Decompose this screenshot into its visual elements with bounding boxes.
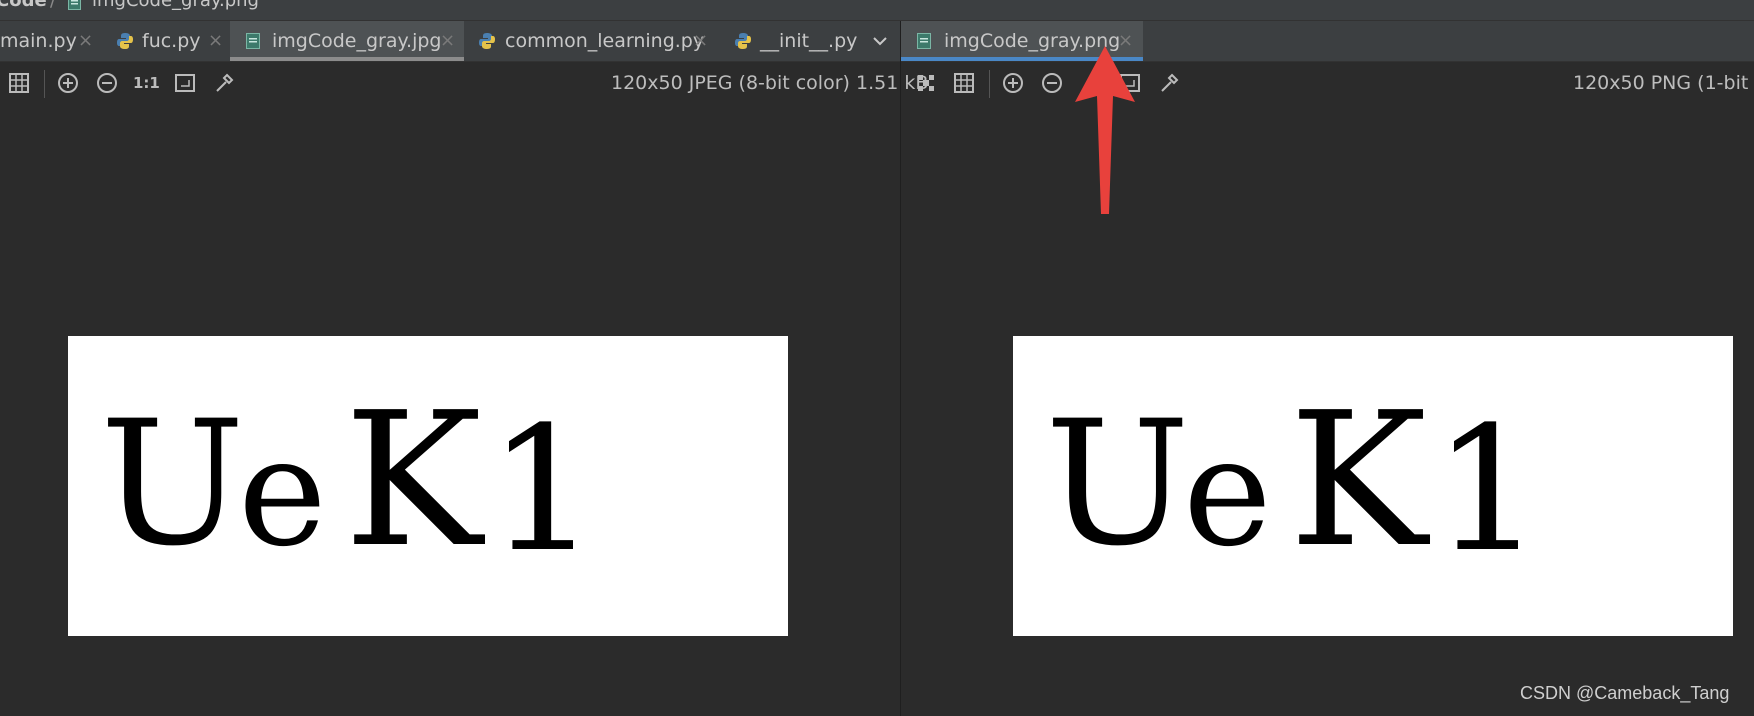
python-file-icon <box>479 33 495 49</box>
close-icon[interactable]: × <box>78 21 93 61</box>
toolbar-separator <box>44 70 45 98</box>
python-file-icon <box>735 33 751 49</box>
tab-label: __init__.py <box>760 30 858 52</box>
tab-main-py[interactable]: main.py × <box>0 21 110 61</box>
captcha-glyph: 1 <box>1433 389 1543 590</box>
grid-icon[interactable] <box>951 70 977 96</box>
actual-size-icon[interactable]: 1:1 <box>133 70 160 96</box>
tab-label: common_learning.py <box>505 30 705 52</box>
red-arrow-icon <box>1075 46 1135 214</box>
breadcrumb: Code / imgCode_gray.png <box>0 0 1754 21</box>
tab-label: main.py <box>0 30 77 52</box>
chevron-down-icon[interactable] <box>870 31 890 51</box>
tab-imgcode-gray-jpg[interactable]: imgCode_gray.jpg × <box>230 21 464 61</box>
captcha-glyph: U <box>1045 383 1190 584</box>
grid-icon[interactable] <box>6 70 32 96</box>
split-divider[interactable] <box>900 21 901 716</box>
python-file-icon <box>117 33 133 49</box>
actual-size-label: 1:1 <box>133 74 160 92</box>
watermark: CSDN @Cameback_Tang <box>1520 683 1730 703</box>
breadcrumb-file[interactable]: imgCode_gray.png <box>92 0 259 10</box>
tab-common-learning-py[interactable]: common_learning.py × <box>468 21 720 61</box>
captcha-glyph: U <box>100 383 245 584</box>
image-file-icon <box>68 0 81 10</box>
image-file-icon <box>917 33 931 49</box>
left-image-canvas: U e K 1 <box>68 336 788 636</box>
color-picker-icon[interactable] <box>1156 70 1182 96</box>
zoom-in-icon[interactable] <box>1000 70 1026 96</box>
zoom-in-icon[interactable] <box>55 70 81 96</box>
active-tab-indicator <box>230 57 464 61</box>
breadcrumb-separator: / <box>50 0 57 11</box>
image-info: 120x50 JPEG (8-bit color) 1.51 kB <box>611 72 929 94</box>
close-icon[interactable]: × <box>440 21 455 61</box>
captcha-image: U e K 1 <box>1013 336 1733 636</box>
tab-label: imgCode_gray.jpg <box>272 30 442 52</box>
captcha-glyph: e <box>1183 406 1272 580</box>
close-icon[interactable]: × <box>693 21 708 61</box>
right-image-toolbar: 120x50 PNG (1-bit color) <box>901 62 1754 106</box>
left-editor-tabs: main.py × fuc.py × imgCode_gray.jpg × co… <box>0 21 900 62</box>
image-file-icon <box>246 33 260 49</box>
chessboard-icon[interactable] <box>913 70 939 96</box>
captcha-glyph: e <box>238 406 327 580</box>
captcha-glyph: K <box>1289 372 1428 588</box>
fit-to-window-icon[interactable] <box>172 70 198 96</box>
breadcrumb-project[interactable]: Code <box>0 0 47 10</box>
right-image-canvas: U e K 1 <box>1013 336 1733 636</box>
close-icon[interactable]: × <box>208 21 223 61</box>
tab-label: fuc.py <box>142 30 201 52</box>
captcha-glyph: K <box>344 372 483 588</box>
captcha-glyph: 1 <box>488 389 598 590</box>
color-picker-icon[interactable] <box>211 70 237 96</box>
zoom-out-icon[interactable] <box>1039 70 1065 96</box>
tab-fuc-py[interactable]: fuc.py × <box>112 21 228 61</box>
left-image-toolbar: 1:1 120x50 JPEG (8-bit color) 1.51 kB <box>0 62 928 106</box>
toolbar-separator <box>989 70 990 98</box>
tab-init-py[interactable]: __init__.py <box>722 21 858 61</box>
captcha-image: U e K 1 <box>68 336 788 636</box>
right-editor-tabs: imgCode_gray.png × <box>901 21 1754 62</box>
zoom-out-icon[interactable] <box>94 70 120 96</box>
image-info: 120x50 PNG (1-bit color) <box>1573 72 1754 94</box>
